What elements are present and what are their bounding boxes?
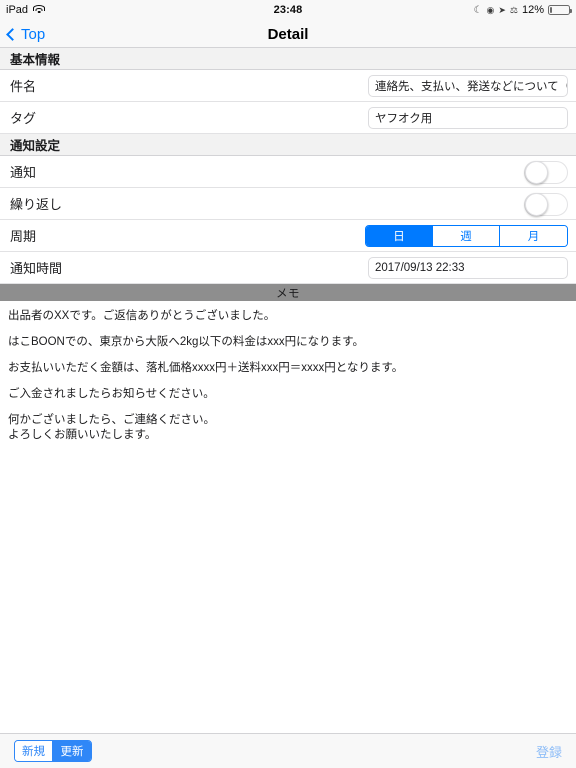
toggle-knob (525, 161, 548, 184)
form-content: 基本情報 件名 連絡先、支払い、発送などについて（出… タグ ヤフオク用 通知設… (0, 48, 576, 454)
toggle-knob (525, 193, 548, 216)
bottom-toolbar: 新規 更新 登録 (0, 733, 576, 768)
location-arrow-icon: ➤ (498, 4, 506, 15)
row-tag-right: ヤフオク用 (368, 102, 568, 134)
notification-toggle[interactable] (524, 160, 568, 184)
section-header-notification-settings: 通知設定 (0, 134, 576, 156)
row-subject-label: 件名 (10, 79, 37, 94)
segment-new[interactable]: 新規 (15, 741, 53, 761)
row-notify-time[interactable]: 通知時間 2017/09/13 22:33 (0, 252, 576, 284)
cycle-segmented-control[interactable]: 日 週 月 (365, 225, 568, 247)
memo-body[interactable]: 出品者のXXです。ご返信ありがとうございました。 はこBOONでの、東京から大阪… (0, 301, 576, 443)
memo-paragraph: よろしくお願いいたします。 (8, 429, 157, 441)
row-repeat-label: 繰り返し (10, 197, 63, 212)
memo-paragraph: お支払いいただく金額は、落札価格xxxx円＋送料xxx円＝xxxx円となります。 (8, 362, 404, 374)
ipad-detail-screen: iPad 23:48 ☾ ◉ ➤ ⚖ 12% Top Detail 基本情報 件… (0, 0, 576, 768)
status-bar-right: ☾ ◉ ➤ ⚖ 12% (473, 4, 572, 16)
register-button[interactable]: 登録 (536, 742, 562, 761)
memo-paragraph: 何かございましたら、ご連絡ください。 (8, 414, 215, 426)
mode-segmented-control[interactable]: 新規 更新 (14, 740, 92, 762)
row-tag-label: タグ (10, 111, 37, 126)
segment-week[interactable]: 週 (433, 226, 500, 246)
memo-section-header: メモ (0, 284, 576, 301)
bluetooth-icon: ⚖ (509, 4, 518, 15)
row-notification[interactable]: 通知 (0, 156, 576, 188)
row-repeat[interactable]: 繰り返し (0, 188, 576, 220)
memo-paragraph: 出品者のXXです。ご返信ありがとうございました。 (8, 310, 276, 322)
segment-update[interactable]: 更新 (53, 741, 91, 761)
repeat-toggle[interactable] (524, 192, 568, 216)
row-notify-time-label: 通知時間 (10, 261, 63, 276)
row-cycle-right: 日 週 月 (365, 220, 568, 252)
row-notification-right (524, 156, 568, 188)
row-repeat-right (524, 188, 568, 220)
navigation-bar: Top Detail (0, 20, 576, 48)
battery-percent-label: 12% (521, 4, 544, 16)
segment-day[interactable]: 日 (366, 226, 433, 246)
notify-time-input[interactable]: 2017/09/13 22:33 (368, 257, 568, 279)
tag-input[interactable]: ヤフオク用 (368, 107, 568, 129)
row-notification-label: 通知 (10, 165, 37, 180)
row-cycle-label: 周期 (10, 229, 37, 244)
row-subject-right: 連絡先、支払い、発送などについて（出… (368, 70, 568, 102)
section-header-basic-info: 基本情報 (0, 48, 576, 70)
alarm-clock-icon: ◉ (486, 4, 495, 15)
segment-month[interactable]: 月 (500, 226, 567, 246)
memo-paragraph: はこBOONでの、東京から大阪へ2kg以下の料金はxxx円になります。 (8, 336, 365, 348)
page-title: Detail (267, 25, 309, 43)
moon-icon: ☾ (473, 4, 483, 16)
row-cycle[interactable]: 周期 日 週 月 (0, 220, 576, 252)
subject-input[interactable]: 連絡先、支払い、発送などについて（出… (368, 75, 568, 97)
row-tag[interactable]: タグ ヤフオク用 (0, 102, 576, 134)
memo-paragraph: ご入金されましたらお知らせください。 (8, 388, 215, 400)
row-notify-time-right: 2017/09/13 22:33 (368, 252, 568, 284)
status-bar: iPad 23:48 ☾ ◉ ➤ ⚖ 12% (0, 0, 576, 20)
row-subject[interactable]: 件名 連絡先、支払い、発送などについて（出… (0, 70, 576, 102)
battery-icon (548, 5, 572, 15)
